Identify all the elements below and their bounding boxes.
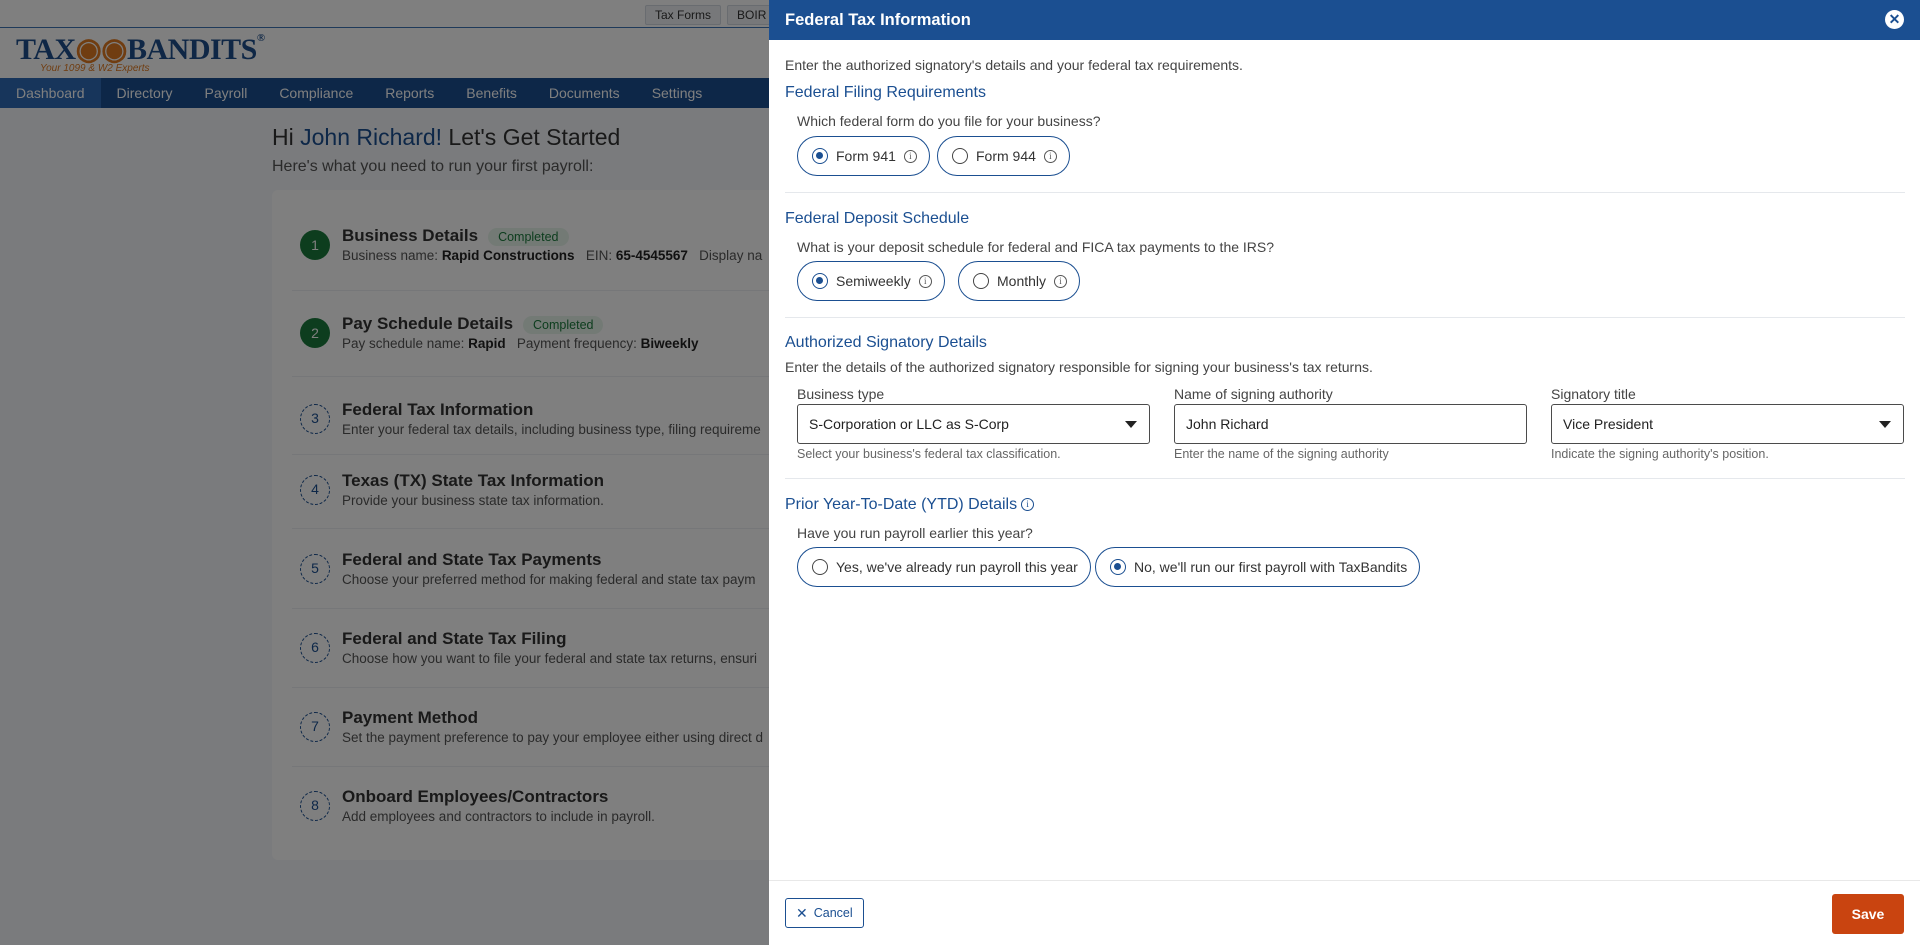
drawer-title: Federal Tax Information <box>785 11 971 29</box>
radio-label: No, we'll run our first payroll with Tax… <box>1134 559 1408 575</box>
signatory-title-select[interactable]: Vice President <box>1551 404 1904 444</box>
divider <box>785 192 1905 193</box>
signatory-title-label: Signatory title <box>1551 386 1636 402</box>
radio-form-944[interactable]: Form 944 i <box>937 136 1070 176</box>
signing-name-input[interactable] <box>1186 405 1515 443</box>
drawer-body: Enter the authorized signatory's details… <box>769 40 1920 880</box>
filing-question: Which federal form do you file for your … <box>797 113 1101 129</box>
radio-label: Monthly <box>997 273 1047 289</box>
signing-name-field[interactable] <box>1174 404 1527 444</box>
radio-label: Semiweekly <box>836 273 911 289</box>
info-icon[interactable]: i <box>1054 274 1068 288</box>
radio-ytd-no[interactable]: No, we'll run our first payroll with Tax… <box>1095 547 1421 587</box>
divider <box>785 317 1905 318</box>
radio-label: Form 944 <box>976 148 1036 164</box>
radio-selected-icon <box>1110 559 1126 575</box>
radio-monthly[interactable]: Monthly i <box>958 261 1081 301</box>
signatory-section-desc: Enter the details of the authorized sign… <box>785 359 1373 375</box>
drawer-footer: ✕ Cancel Save <box>769 880 1920 945</box>
cancel-label: Cancel <box>813 906 853 920</box>
radio-selected-icon <box>812 148 828 164</box>
radio-unselected-icon <box>973 273 989 289</box>
federal-tax-drawer: Federal Tax Information ✕ Enter the auth… <box>769 0 1920 945</box>
info-icon[interactable]: i <box>1043 149 1057 163</box>
radio-unselected-icon <box>952 148 968 164</box>
signatory-title-helper: Indicate the signing authority's positio… <box>1551 447 1769 461</box>
drawer-intro: Enter the authorized signatory's details… <box>785 57 1243 73</box>
cancel-button[interactable]: ✕ Cancel <box>785 898 864 928</box>
caret-down-icon <box>1125 421 1137 428</box>
ytd-question: Have you run payroll earlier this year? <box>797 525 1033 541</box>
ytd-section-title-text: Prior Year-To-Date (YTD) Details <box>785 496 1018 513</box>
signing-name-helper: Enter the name of the signing authority <box>1174 447 1389 461</box>
radio-unselected-icon <box>812 559 828 575</box>
radio-label: Form 941 <box>836 148 896 164</box>
info-icon[interactable]: i <box>903 149 917 163</box>
radio-label: Yes, we've already run payroll this year <box>836 559 1078 575</box>
business-type-label: Business type <box>797 386 885 402</box>
deposit-question: What is your deposit schedule for federa… <box>797 239 1275 255</box>
signing-name-label: Name of signing authority <box>1174 386 1333 402</box>
info-icon[interactable]: i <box>918 274 932 288</box>
divider <box>785 478 1905 479</box>
signatory-title-value: Vice President <box>1563 416 1654 432</box>
filing-section-title: Federal Filing Requirements <box>785 84 986 101</box>
radio-ytd-yes[interactable]: Yes, we've already run payroll this year <box>797 547 1091 587</box>
signatory-section-title: Authorized Signatory Details <box>785 334 987 351</box>
caret-down-icon <box>1879 421 1891 428</box>
radio-selected-icon <box>812 273 828 289</box>
business-type-value: S-Corporation or LLC as S-Corp <box>809 416 1009 432</box>
business-type-helper: Select your business's federal tax class… <box>797 447 1061 461</box>
close-icon: ✕ <box>796 905 808 921</box>
business-type-select[interactable]: S-Corporation or LLC as S-Corp <box>797 404 1150 444</box>
radio-form-941[interactable]: Form 941 i <box>797 136 930 176</box>
info-icon[interactable]: i <box>1021 498 1035 512</box>
deposit-section-title: Federal Deposit Schedule <box>785 210 970 227</box>
ytd-section-title: Prior Year-To-Date (YTD) Details i <box>785 496 1035 514</box>
radio-semiweekly[interactable]: Semiweekly i <box>797 261 945 301</box>
save-button[interactable]: Save <box>1832 894 1904 934</box>
close-icon[interactable]: ✕ <box>1885 10 1904 29</box>
drawer-header: Federal Tax Information ✕ <box>769 0 1920 40</box>
